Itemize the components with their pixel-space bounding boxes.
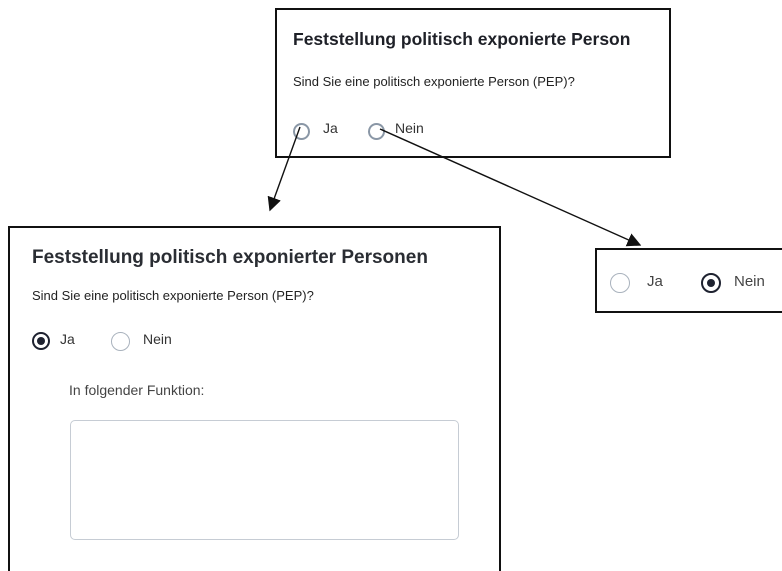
radio-ja-icon[interactable] xyxy=(610,273,630,293)
original-form-panel: Feststellung politisch exponierte Person… xyxy=(275,8,671,158)
radio-nein-label: Nein xyxy=(734,273,765,290)
radio-ja-label: Ja xyxy=(323,120,338,136)
function-input[interactable] xyxy=(70,420,459,540)
panel-title: Feststellung politisch exponierte Person xyxy=(293,29,631,49)
nein-selected-panel: Ja Nein xyxy=(595,248,782,313)
radio-ja-label: Ja xyxy=(647,273,663,290)
radio-nein-selected-icon[interactable] xyxy=(701,273,721,293)
radio-ja-selected-icon[interactable] xyxy=(32,332,50,350)
pep-question: Sind Sie eine politisch exponierte Perso… xyxy=(293,74,575,89)
ja-selected-panel: Feststellung politisch exponierter Perso… xyxy=(8,226,501,571)
radio-ja-icon[interactable] xyxy=(293,123,310,140)
radio-nein-label: Nein xyxy=(143,331,172,347)
function-label: In folgender Funktion: xyxy=(69,382,205,398)
radio-nein-icon[interactable] xyxy=(111,332,130,351)
pep-question: Sind Sie eine politisch exponierte Perso… xyxy=(32,288,314,303)
radio-nein-icon[interactable] xyxy=(368,123,385,140)
panel-title: Feststellung politisch exponierter Perso… xyxy=(32,247,428,268)
radio-nein-label: Nein xyxy=(395,120,424,136)
radio-ja-label: Ja xyxy=(60,331,75,347)
